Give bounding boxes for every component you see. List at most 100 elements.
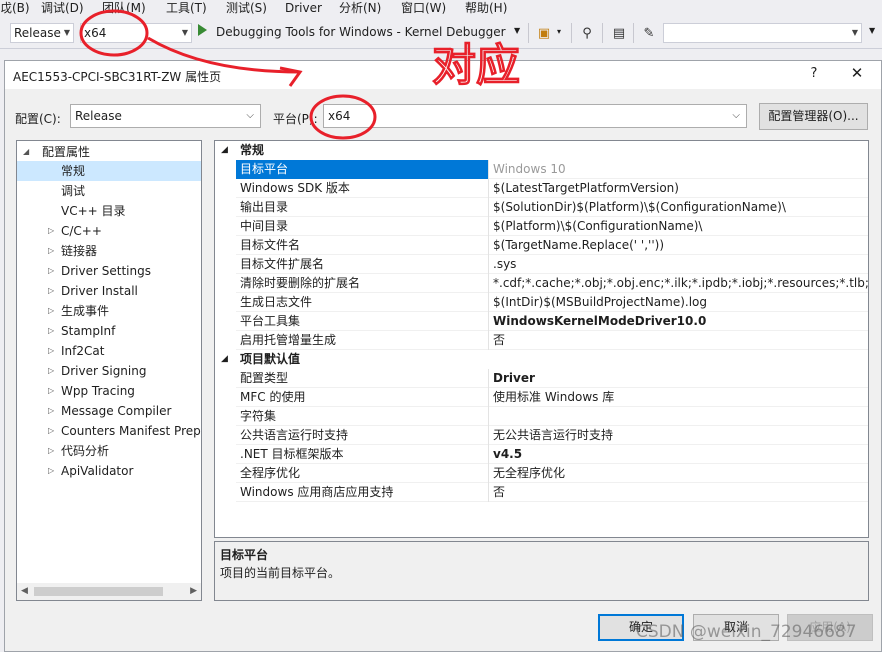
collapsed-arrow-icon: ▷ xyxy=(48,266,55,275)
dialog-titlebar: AEC1553-CPCI-SBC31RT-ZW 属性页 ? ✕ xyxy=(5,61,881,89)
tree-item-driver-signing[interactable]: ▷ Driver Signing xyxy=(17,361,201,381)
start-debugger-button[interactable]: Debugging Tools for Windows - Kernel Deb… xyxy=(216,25,506,39)
property-row-whole-program-optimization[interactable]: 全程序优化 无全程序优化 xyxy=(236,464,868,483)
property-row-clr-support[interactable]: 公共语言运行时支持 无公共语言运行时支持 xyxy=(236,426,868,445)
platform-select[interactable]: x64 ⌵ xyxy=(323,104,747,128)
tree-item-vc-directories[interactable]: VC++ 目录 xyxy=(17,201,201,221)
property-row-character-set[interactable]: 字符集 xyxy=(236,407,868,426)
node-tree-icon[interactable]: ⚲ xyxy=(578,24,596,42)
start-debugging-icon[interactable] xyxy=(198,24,207,36)
tree-item-message-compiler[interactable]: ▷ Message Compiler xyxy=(17,401,201,421)
chevron-down-icon[interactable]: ▼ xyxy=(514,26,520,35)
toolbar-separator xyxy=(571,23,572,43)
toolbar-search-combo[interactable]: ▼ xyxy=(663,23,862,43)
expanded-arrow-icon: ◢ xyxy=(221,354,228,364)
tree-item-label: Message Compiler xyxy=(61,404,172,418)
collapsed-arrow-icon: ▷ xyxy=(48,226,55,235)
property-row-build-log-file[interactable]: 生成日志文件 $(IntDir)$(MSBuildProjectName).lo… xyxy=(236,293,868,312)
tree-item-general[interactable]: 常规 xyxy=(17,161,201,181)
chevron-down-icon[interactable]: ▾ xyxy=(557,27,561,36)
property-name: .NET 目标框架版本 xyxy=(236,445,489,464)
collapsed-arrow-icon: ▷ xyxy=(48,346,55,355)
property-name: Windows SDK 版本 xyxy=(236,179,489,198)
property-value: 无公共语言运行时支持 xyxy=(493,428,614,442)
configuration-select[interactable]: Release ⌵ xyxy=(70,104,261,128)
dialog-title: AEC1553-CPCI-SBC31RT-ZW 属性页 xyxy=(13,70,222,84)
comment-icon[interactable]: ▤ xyxy=(610,24,628,42)
menu-help[interactable]: 帮助(H) xyxy=(465,1,507,15)
property-value: 否 xyxy=(493,485,506,499)
collapsed-arrow-icon: ▷ xyxy=(48,366,55,375)
property-row-mfc-usage[interactable]: MFC 的使用 使用标准 Windows 库 xyxy=(236,388,868,407)
property-row-target-extension[interactable]: 目标文件扩展名 .sys xyxy=(236,255,868,274)
property-row-target-framework[interactable]: .NET 目标框架版本 v4.5 xyxy=(236,445,868,464)
collapsed-arrow-icon: ▷ xyxy=(48,406,55,415)
property-row-clean-extensions[interactable]: 清除时要删除的扩展名 *.cdf;*.cache;*.obj;*.obj.enc… xyxy=(236,274,868,293)
property-name: 目标文件扩展名 xyxy=(236,255,489,274)
property-value: 否 xyxy=(493,333,506,347)
tree-item-counters-manifest[interactable]: ▷ Counters Manifest Preprocessor xyxy=(17,421,201,441)
property-tree[interactable]: ◢ 配置属性 常规 调试 VC++ 目录 ▷ C/C++ ▷ 链接器 ▷ Dri… xyxy=(16,140,202,601)
category-project-defaults[interactable]: ◢ 项目默认值 xyxy=(215,350,868,369)
scroll-left-icon[interactable]: ◀ xyxy=(21,586,28,596)
feather-icon[interactable]: ✎ xyxy=(640,24,658,42)
tree-item-label: 生成事件 xyxy=(61,304,110,318)
tree-item-linker[interactable]: ▷ 链接器 xyxy=(17,241,201,261)
menu-tools[interactable]: 工具(T) xyxy=(166,1,207,15)
tree-item-inf2cat[interactable]: ▷ Inf2Cat xyxy=(17,341,201,361)
tree-item-stampinf[interactable]: ▷ StampInf xyxy=(17,321,201,341)
menu-driver[interactable]: Driver xyxy=(285,1,322,15)
property-row-target-platform[interactable]: 目标平台 Windows 10 xyxy=(236,160,868,179)
menu-analyze[interactable]: 分析(N) xyxy=(339,1,381,15)
property-name: 公共语言运行时支持 xyxy=(236,426,489,445)
tree-item-driver-install[interactable]: ▷ Driver Install xyxy=(17,281,201,301)
solution-platform-combo[interactable]: x64 ▼ xyxy=(80,23,192,43)
tree-item-label: StampInf xyxy=(61,324,116,338)
collapsed-arrow-icon: ▷ xyxy=(48,386,55,395)
scrollbar-thumb[interactable] xyxy=(34,587,163,596)
property-name: 中间目录 xyxy=(236,217,489,236)
tree-item-driver-settings[interactable]: ▷ Driver Settings xyxy=(17,261,201,281)
property-row-target-name[interactable]: 目标文件名 $(TargetName.Replace(' ','')) xyxy=(236,236,868,255)
property-value: .sys xyxy=(493,257,517,271)
platform-label: 平台(P): xyxy=(273,112,318,126)
property-row-store-app-support[interactable]: Windows 应用商店应用支持 否 xyxy=(236,483,868,502)
scroll-right-icon[interactable]: ▶ xyxy=(190,586,197,596)
chevron-down-icon: ⌵ xyxy=(732,110,740,121)
property-value: Windows 10 xyxy=(493,162,566,176)
find-in-files-icon[interactable]: ▣ xyxy=(535,24,553,42)
tree-item-label: 代码分析 xyxy=(61,444,110,458)
tree-root-configuration-properties[interactable]: ◢ 配置属性 xyxy=(17,142,201,162)
menu-window[interactable]: 窗口(W) xyxy=(401,1,446,15)
description-text: 项目的当前目标平台。 xyxy=(220,566,341,580)
tree-horizontal-scrollbar[interactable]: ◀ ▶ xyxy=(17,583,201,600)
close-button[interactable]: ✕ xyxy=(848,64,866,82)
property-row-platform-toolset[interactable]: 平台工具集 WindowsKernelModeDriver10.0 xyxy=(236,312,868,331)
property-name: 平台工具集 xyxy=(236,312,489,331)
tree-item-c-cpp[interactable]: ▷ C/C++ xyxy=(17,221,201,241)
property-grid[interactable]: ◢ 常规 目标平台 Windows 10 Windows SDK 版本 $(La… xyxy=(214,140,869,538)
menu-build[interactable]: 戉(B) xyxy=(0,1,30,15)
help-button[interactable]: ? xyxy=(807,66,821,81)
solution-configuration-combo[interactable]: Release ▼ xyxy=(10,23,74,43)
tree-item-wpp-tracing[interactable]: ▷ Wpp Tracing xyxy=(17,381,201,401)
property-row-managed-incremental-build[interactable]: 启用托管增量生成 否 xyxy=(236,331,868,350)
configuration-manager-button[interactable]: 配置管理器(O)... xyxy=(759,103,868,130)
tree-item-debugging[interactable]: 调试 xyxy=(17,181,201,201)
property-row-configuration-type[interactable]: 配置类型 Driver xyxy=(236,369,868,388)
menu-debug[interactable]: 调试(D) xyxy=(41,1,84,15)
description-title: 目标平台 xyxy=(220,548,269,562)
category-general[interactable]: ◢ 常规 xyxy=(215,141,868,160)
property-value: Driver xyxy=(493,371,535,385)
menu-team[interactable]: 团队(M) xyxy=(102,1,146,15)
description-pane: 目标平台 项目的当前目标平台。 xyxy=(214,541,869,601)
tree-item-apivalidator[interactable]: ▷ ApiValidator xyxy=(17,461,201,481)
solution-configuration-value: Release xyxy=(14,26,61,40)
property-row-intermediate-directory[interactable]: 中间目录 $(Platform)\$(ConfigurationName)\ xyxy=(236,217,868,236)
chevron-down-icon[interactable]: ▼ xyxy=(869,26,875,35)
property-row-sdk-version[interactable]: Windows SDK 版本 $(LatestTargetPlatformVer… xyxy=(236,179,868,198)
tree-item-build-events[interactable]: ▷ 生成事件 xyxy=(17,301,201,321)
property-row-output-directory[interactable]: 输出目录 $(SolutionDir)$(Platform)\$(Configu… xyxy=(236,198,868,217)
tree-item-code-analysis[interactable]: ▷ 代码分析 xyxy=(17,441,201,461)
menu-test[interactable]: 测试(S) xyxy=(226,1,267,15)
